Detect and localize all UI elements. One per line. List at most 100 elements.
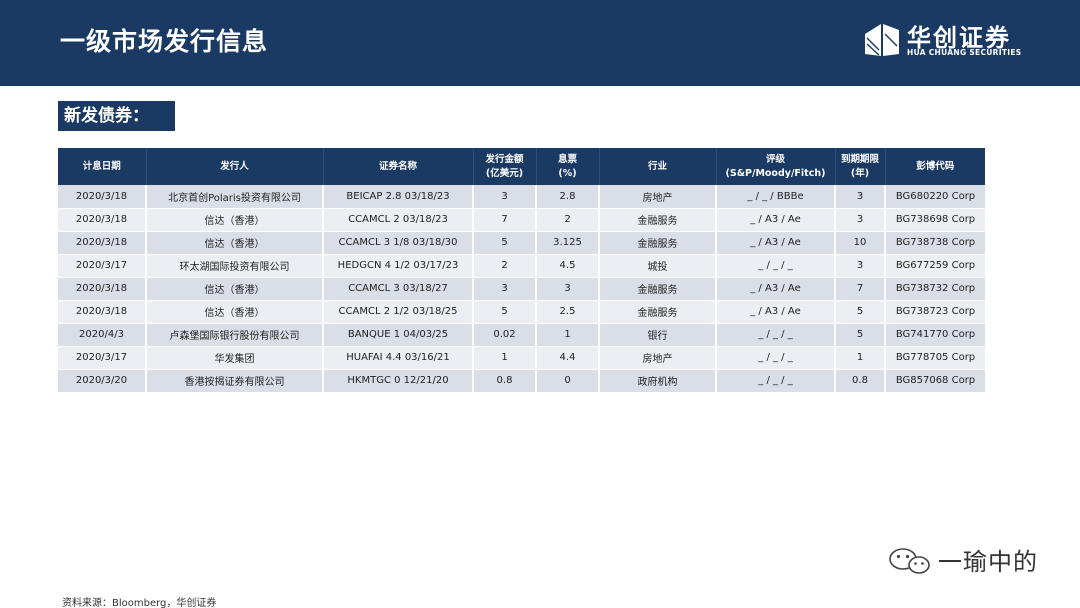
table-header-row: 计息日期 发行人 证券名称 发行金额 (亿美元) 息票 (%) 行业 评级 (S&P/Moody/… bbox=[58, 148, 985, 185]
table-cell: 3 bbox=[835, 254, 886, 278]
table-cell: 5 bbox=[473, 231, 537, 255]
company-logo: 华创证券 HUA CHUANG SECURITIES bbox=[863, 18, 1023, 62]
table-row: 2020/3/18 信达（香港） CCAMCL 3 1/8 03/18/30 5 3.1… bbox=[58, 231, 985, 255]
table-cell: 房地产 bbox=[599, 346, 717, 370]
table-cell: _ / _ / _ bbox=[716, 254, 836, 278]
table-cell: 金融服务 bbox=[599, 231, 717, 255]
table-cell: CCAMCL 3 1/8 03/18/30 bbox=[323, 231, 474, 255]
table-cell: 5 bbox=[835, 300, 886, 324]
column-header: 计息日期 bbox=[58, 148, 147, 185]
table-cell: _ / A3 / Ae bbox=[716, 231, 836, 255]
table-cell: 信达（香港） bbox=[146, 231, 324, 255]
table-cell: 2 bbox=[536, 208, 600, 232]
table-row: 2020/4/3 卢森堡国际银行股份有限公司 BANQUE 1 04/03/25 0.… bbox=[58, 323, 985, 347]
table-row: 2020/3/18 信达（香港） CCAMCL 3 03/18/27 3 3 金融服务 _ … bbox=[58, 277, 985, 301]
logo-mark-icon bbox=[865, 24, 899, 56]
table-row: 2020/3/17 环太湖国际投资有限公司 HEDGCN 4 1/2 03/17/2… bbox=[58, 254, 985, 278]
page-title: 一级市场发行信息 bbox=[60, 27, 269, 56]
table-row: 2020/3/20 香港按揭证券有限公司 HKMTGC 0 12/21/20 0.8 0… bbox=[58, 369, 985, 393]
table-cell: 2020/3/17 bbox=[58, 346, 147, 370]
table-cell: 信达（香港） bbox=[146, 277, 324, 301]
table-cell: BG738738 Corp bbox=[885, 231, 985, 255]
table-row: 2020/3/18 信达（香港） CCAMCL 2 03/18/23 7 2 金融服务 _ … bbox=[58, 208, 985, 232]
table-cell: BG738732 Corp bbox=[885, 277, 985, 301]
table-cell: 信达（香港） bbox=[146, 208, 324, 232]
table-cell: CCAMCL 2 03/18/23 bbox=[323, 208, 474, 232]
column-header-line: 发行人 bbox=[220, 160, 249, 172]
table-cell: 2020/3/20 bbox=[58, 369, 147, 393]
column-header-line: (%) bbox=[558, 167, 577, 179]
wechat-icon bbox=[889, 548, 930, 574]
table-cell: 1 bbox=[536, 323, 600, 347]
table-cell: _ / A3 / Ae bbox=[716, 277, 836, 301]
header-bar: 一级市场发行信息 华创证券 HUA CHUANG SECURITIES bbox=[0, 0, 1080, 86]
table-cell: BG741770 Corp bbox=[885, 323, 985, 347]
table-cell: _ / _ / _ bbox=[716, 346, 836, 370]
table-cell: 7 bbox=[835, 277, 886, 301]
table-cell: _ / A3 / Ae bbox=[716, 300, 836, 324]
table-row: 2020/3/18 北京首创Polaris投资有限公司 BEICAP 2.8 03/… bbox=[58, 185, 985, 209]
table-cell: 北京首创Polaris投资有限公司 bbox=[146, 185, 324, 209]
column-header-line: 评级 bbox=[765, 153, 785, 165]
table-cell: 城投 bbox=[599, 254, 717, 278]
table-cell: BG680220 Corp bbox=[885, 185, 985, 209]
table-cell: BG778705 Corp bbox=[885, 346, 985, 370]
table-cell: BG738723 Corp bbox=[885, 300, 985, 324]
table-cell: 环太湖国际投资有限公司 bbox=[146, 254, 324, 278]
table-cell: HKMTGC 0 12/21/20 bbox=[323, 369, 474, 393]
column-header: 证券名称 bbox=[323, 148, 474, 185]
watermark-text: 一瑜中的 bbox=[938, 548, 1038, 576]
table-cell: 金融服务 bbox=[599, 300, 717, 324]
table-cell: 金融服务 bbox=[599, 208, 717, 232]
table-cell: 信达（香港） bbox=[146, 300, 324, 324]
table-cell: 香港按揭证券有限公司 bbox=[146, 369, 324, 393]
table-cell: 0.8 bbox=[835, 369, 886, 393]
table-cell: 0.8 bbox=[473, 369, 537, 393]
table-cell: 2020/4/3 bbox=[58, 323, 147, 347]
logo-english-name: HUA CHUANG SECURITIES bbox=[907, 48, 1022, 57]
table-cell: 5 bbox=[473, 300, 537, 324]
table-cell: _ / _ / _ bbox=[716, 369, 836, 393]
column-header-line: 彭博代码 bbox=[916, 160, 955, 172]
table-cell: BG738698 Corp bbox=[885, 208, 985, 232]
source-note: 资料来源：Bloomberg，华创证券 bbox=[62, 598, 217, 608]
table-cell: BG857068 Corp bbox=[885, 369, 985, 393]
column-header: 到期期限 (年) bbox=[835, 148, 886, 185]
table-cell: HUAFAI 4.4 03/16/21 bbox=[323, 346, 474, 370]
table-cell: BG677259 Corp bbox=[885, 254, 985, 278]
table-cell: 房地产 bbox=[599, 185, 717, 209]
table-cell: HEDGCN 4 1/2 03/17/23 bbox=[323, 254, 474, 278]
table-cell: 1 bbox=[835, 346, 886, 370]
column-header: 行业 bbox=[599, 148, 717, 185]
table-cell: 2020/3/18 bbox=[58, 185, 147, 209]
table-cell: 华发集团 bbox=[146, 346, 324, 370]
table-cell: CCAMCL 2 1/2 03/18/25 bbox=[323, 300, 474, 324]
column-header-line: 证券名称 bbox=[378, 160, 417, 172]
table-cell: BANQUE 1 04/03/25 bbox=[323, 323, 474, 347]
table-cell: 4.4 bbox=[536, 346, 600, 370]
column-header-line: (亿美元) bbox=[485, 167, 524, 179]
table-cell: 银行 bbox=[599, 323, 717, 347]
column-header-line: 行业 bbox=[647, 160, 667, 172]
table-cell: 7 bbox=[473, 208, 537, 232]
column-header-line: 计息日期 bbox=[82, 160, 121, 172]
table-cell: 2.5 bbox=[536, 300, 600, 324]
table-cell: 1 bbox=[473, 346, 537, 370]
table-cell: 金融服务 bbox=[599, 277, 717, 301]
column-header: 发行金额 (亿美元) bbox=[473, 148, 537, 185]
table-cell: 3 bbox=[835, 208, 886, 232]
table-cell: 3 bbox=[473, 277, 537, 301]
bond-issuance-table: 计息日期 发行人 证券名称 发行金额 (亿美元) 息票 (%) 行业 评级 (S&P/Moody/… bbox=[58, 148, 985, 393]
column-header-line: 发行金额 bbox=[485, 153, 524, 165]
table-cell: 2020/3/18 bbox=[58, 231, 147, 255]
table-cell: 2020/3/18 bbox=[58, 277, 147, 301]
column-header-line: (年) bbox=[850, 167, 870, 179]
table-cell: 2 bbox=[473, 254, 537, 278]
table-cell: 2.8 bbox=[536, 185, 600, 209]
table-cell: 3 bbox=[536, 277, 600, 301]
table-cell: 卢森堡国际银行股份有限公司 bbox=[146, 323, 324, 347]
table-cell: 2020/3/18 bbox=[58, 300, 147, 324]
table-cell: 0.02 bbox=[473, 323, 537, 347]
table-cell: CCAMCL 3 03/18/27 bbox=[323, 277, 474, 301]
table-cell: 2020/3/18 bbox=[58, 208, 147, 232]
